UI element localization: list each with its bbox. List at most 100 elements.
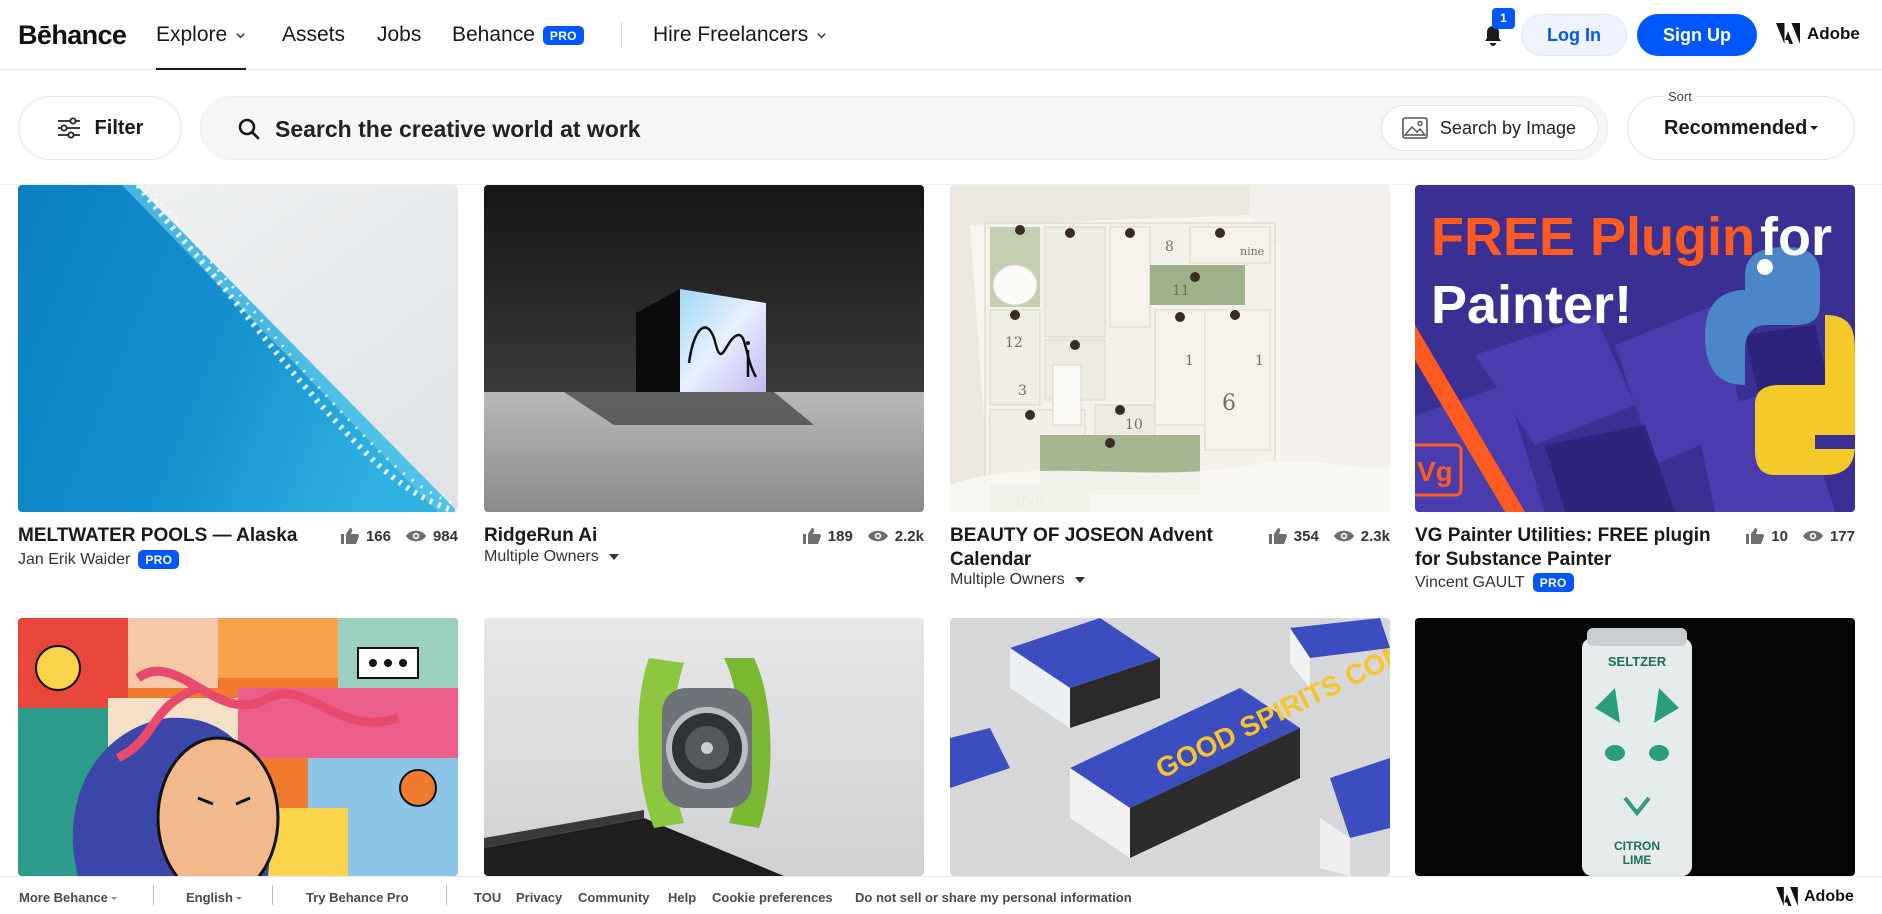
project-stats: 166 984	[340, 527, 458, 545]
footer-privacy[interactable]: Privacy	[516, 890, 562, 905]
nav-behance-pro[interactable]: Behance PRO	[452, 23, 584, 47]
project-title[interactable]: BEAUTY OF JOSEON Advent Calendar	[950, 524, 1250, 572]
footer-community[interactable]: Community	[578, 890, 650, 905]
free-plugin-text: FREE Plugin	[1431, 207, 1755, 267]
watch-image	[484, 618, 924, 876]
multiple-owners-dropdown[interactable]: Multiple Owners	[950, 571, 1085, 589]
search-icon	[238, 118, 260, 140]
svg-text:11: 11	[1172, 283, 1190, 299]
footer-do-not-sell[interactable]: Do not sell or share my personal informa…	[855, 890, 1132, 905]
nav-assets[interactable]: Assets	[282, 23, 345, 47]
citron-text: CITRON	[1614, 839, 1660, 853]
search-by-image-button[interactable]: Search by Image	[1380, 105, 1599, 151]
behance-logo[interactable]: Bēhance	[18, 20, 127, 51]
likes-count: 189	[827, 527, 853, 545]
svg-text:8: 8	[1165, 239, 1174, 255]
lime-text: LIME	[1623, 853, 1652, 867]
footer-adobe-label: Adobe	[1804, 887, 1854, 905]
footer-adobe-link[interactable]: Adobe	[1776, 887, 1854, 906]
project-thumbnail[interactable]	[484, 618, 924, 876]
search-bar: Search by Image	[200, 96, 1608, 160]
seltzer-text: SELTZER	[1608, 654, 1667, 669]
eye-icon	[405, 530, 426, 542]
advent-calendar-image: 811123 16101 fivenine	[950, 185, 1390, 512]
footer-tou[interactable]: TOU	[474, 890, 501, 905]
thumbs-up-icon	[340, 528, 359, 544]
caret-down-icon	[1074, 577, 1085, 583]
likes-count: 10	[1771, 527, 1788, 545]
adobe-link[interactable]: Adobe	[1776, 23, 1860, 44]
thumbs-up-icon	[1268, 528, 1287, 544]
chevron-down-icon	[817, 32, 826, 39]
project-title[interactable]: VG Painter Utilities: FREE plugin for Su…	[1415, 524, 1730, 572]
svg-text:12: 12	[1005, 335, 1023, 351]
footer-try-pro[interactable]: Try Behance Pro	[306, 890, 409, 905]
project-stats: 10 177	[1745, 527, 1855, 545]
project-owner[interactable]: Jan Erik Waider PRO	[18, 550, 180, 569]
nav-explore[interactable]: Explore	[156, 23, 247, 70]
project-card: RidgeRun Ai 189 2.2k Multiple Owners	[484, 185, 924, 585]
login-button[interactable]: Log In	[1521, 14, 1627, 56]
vg-logo-text: Vg	[1417, 456, 1453, 487]
footer: More Behance English Try Behance Pro TOU…	[0, 876, 1882, 914]
pro-badge: PRO	[138, 550, 180, 569]
views-count: 2.3k	[1360, 527, 1390, 545]
svg-text:10: 10	[1125, 417, 1143, 433]
sort-dropdown[interactable]: Sort Recommended	[1627, 89, 1855, 160]
top-nav: Bēhance Explore Assets Jobs Behance PRO …	[0, 0, 1882, 70]
signup-button[interactable]: Sign Up	[1637, 14, 1757, 56]
footer-more-behance[interactable]: More Behance	[19, 890, 117, 905]
meltwater-image	[18, 185, 458, 512]
footer-more-behance-label: More Behance	[19, 890, 108, 905]
project-title[interactable]: RidgeRun Ai	[484, 524, 597, 548]
filter-label: Filter	[94, 116, 144, 139]
adobe-logo-icon	[1776, 887, 1798, 906]
eye-icon	[1333, 530, 1354, 542]
owner-name: Jan Erik Waider	[18, 550, 131, 568]
thumbs-up-icon	[802, 528, 821, 544]
seltzer-can-image: SELTZER CITRON LIME	[1415, 618, 1855, 876]
project-thumbnail[interactable]: SELTZER CITRON LIME	[1415, 618, 1855, 876]
project-thumbnail[interactable]: GOOD SPIRITS COMPANY	[950, 618, 1390, 876]
eye-icon	[1802, 530, 1823, 542]
project-owner[interactable]: Vincent GAULT PRO	[1415, 573, 1574, 592]
footer-divider	[446, 885, 447, 905]
nav-hire-freelancers[interactable]: Hire Freelancers	[653, 23, 827, 47]
svg-text:6: 6	[1222, 391, 1236, 416]
nav-jobs[interactable]: Jobs	[377, 23, 421, 47]
thumbs-up-icon	[1746, 528, 1765, 544]
eye-icon	[867, 530, 888, 542]
footer-help[interactable]: Help	[668, 890, 696, 905]
project-thumbnail[interactable]	[18, 185, 458, 512]
multiple-owners-dropdown[interactable]: Multiple Owners	[484, 548, 619, 566]
footer-cookie-preferences[interactable]: Cookie preferences	[712, 890, 833, 905]
svg-text:nine: nine	[1240, 245, 1264, 258]
footer-divider	[272, 885, 273, 905]
owner-name: Multiple Owners	[484, 548, 599, 565]
project-thumbnail[interactable]	[18, 618, 458, 876]
svg-text:3: 3	[1018, 383, 1027, 399]
footer-divider	[153, 885, 154, 905]
good-spirits-image: GOOD SPIRITS COMPANY	[950, 618, 1390, 876]
footer-language[interactable]: English	[186, 890, 242, 905]
sliders-icon	[57, 117, 80, 139]
ridgerun-image	[484, 185, 924, 512]
project-thumbnail[interactable]: 811123 16101 fivenine	[950, 185, 1390, 512]
likes-count: 166	[365, 527, 391, 545]
footer-language-label: English	[186, 890, 233, 905]
views-count: 177	[1829, 527, 1855, 545]
svg-text:1: 1	[1255, 353, 1264, 369]
pro-badge: PRO	[1532, 573, 1574, 592]
search-input[interactable]	[275, 109, 1275, 149]
project-thumbnail[interactable]	[484, 185, 924, 512]
project-title[interactable]: MELTWATER POOLS — Alaska	[18, 524, 297, 548]
project-thumbnail[interactable]: Vg FREE Plugin for Painter!	[1415, 185, 1855, 512]
nav-explore-label: Explore	[156, 23, 228, 46]
painter-text: Painter!	[1431, 275, 1632, 335]
illustration-image	[18, 618, 458, 876]
sort-value: Recommended	[1664, 117, 1808, 139]
nav-hire-label: Hire Freelancers	[653, 23, 809, 46]
nav-divider	[621, 22, 622, 48]
filter-button[interactable]: Filter	[18, 96, 182, 160]
nav-behance-label: Behance	[452, 23, 535, 46]
